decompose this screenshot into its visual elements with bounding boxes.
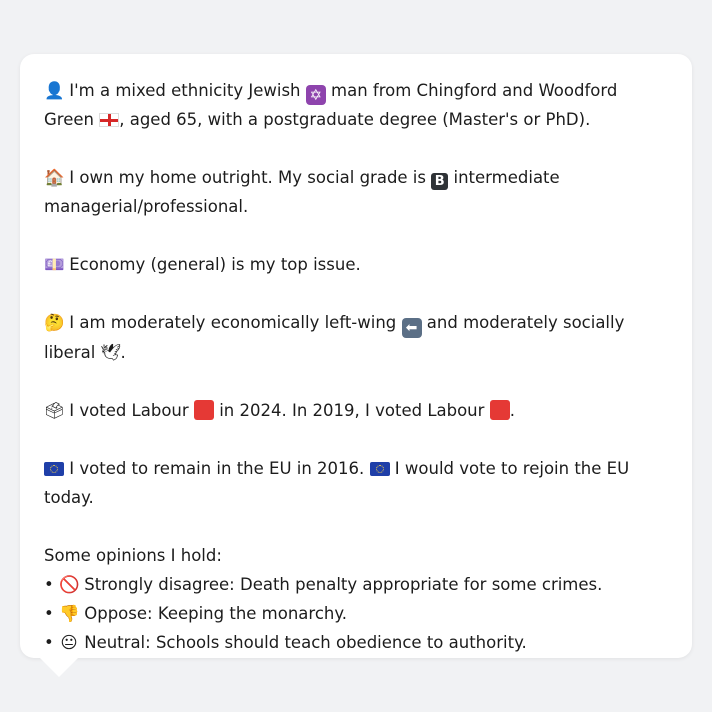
eu-paragraph: I voted to remain in the EU in 2016. I w…: [44, 454, 672, 512]
england-flag-icon: [99, 113, 120, 127]
neutral-face-icon: 😐: [60, 633, 78, 652]
intro-text-post: , aged 65, with a postgraduate degree (M…: [119, 110, 591, 129]
opinion-text: Strongly disagree: Death penalty appropr…: [84, 575, 603, 594]
vote-text-post: .: [509, 401, 515, 420]
star-of-david-icon: ✡: [305, 85, 326, 105]
house-icon: 🏠: [44, 168, 65, 187]
labour-red-square-icon: [489, 400, 510, 420]
eu-text-1: I voted to remain in the EU in 2016.: [69, 459, 365, 478]
ballot-box-icon: 🗳: [44, 401, 65, 420]
dove-icon: 🕊: [100, 343, 122, 362]
opinion-item: • 👎 Oppose: Keeping the monarchy.: [44, 599, 672, 628]
opinion-text: Oppose: Keeping the monarchy.: [84, 604, 348, 623]
opinion-item: • 🚫 Strongly disagree: Death penalty app…: [44, 570, 672, 599]
prohibited-icon: 🚫: [58, 575, 80, 594]
bullet: •: [44, 604, 54, 623]
eu-flag-icon: [369, 462, 390, 476]
vote-text-mid: in 2024. In 2019, I voted Labour: [219, 401, 485, 420]
labour-red-square-icon: [193, 400, 214, 420]
opinion-item: • 😐 Neutral: Schools should teach obedie…: [44, 628, 672, 657]
stance-paragraph: 🤔 I am moderately economically left-wing…: [44, 308, 672, 367]
opinions-title: Some opinions I hold:: [44, 546, 222, 565]
home-paragraph: 🏠 I own my home outright. My social grad…: [44, 163, 672, 221]
issue-paragraph: 💷 Economy (general) is my top issue.: [44, 250, 672, 279]
vote-text-pre: I voted Labour: [69, 401, 189, 420]
money-icon: 💷: [44, 255, 65, 274]
message-bubble: 👤 I'm a mixed ethnicity Jewish ✡ man fro…: [20, 54, 692, 658]
thinking-face-icon: 🤔: [44, 313, 65, 332]
opinion-text: Neutral: Schools should teach obedience …: [84, 633, 527, 652]
intro-paragraph: 👤 I'm a mixed ethnicity Jewish ✡ man fro…: [44, 76, 672, 134]
person-icon: 👤: [44, 81, 65, 100]
issue-text: Economy (general) is my top issue.: [69, 255, 361, 274]
eu-flag-icon: [44, 462, 64, 476]
thumbs-down-icon: 👎: [58, 604, 80, 623]
bullet: •: [44, 633, 54, 652]
intro-text-pre: I'm a mixed ethnicity Jewish: [69, 81, 301, 100]
stance-text-pre: I am moderately economically left-wing: [69, 313, 397, 332]
bullet: •: [44, 575, 54, 594]
bubble-tail: [39, 657, 79, 677]
vote-paragraph: 🗳 I voted Labour in 2024. In 2019, I vot…: [44, 396, 672, 425]
opinions-section: Some opinions I hold: • 🚫 Strongly disag…: [44, 541, 672, 657]
grade-b-icon: B: [431, 173, 449, 190]
home-text-pre: I own my home outright. My social grade …: [69, 168, 426, 187]
stance-text-post: .: [120, 343, 126, 362]
left-arrow-icon: ⬅: [401, 318, 422, 338]
